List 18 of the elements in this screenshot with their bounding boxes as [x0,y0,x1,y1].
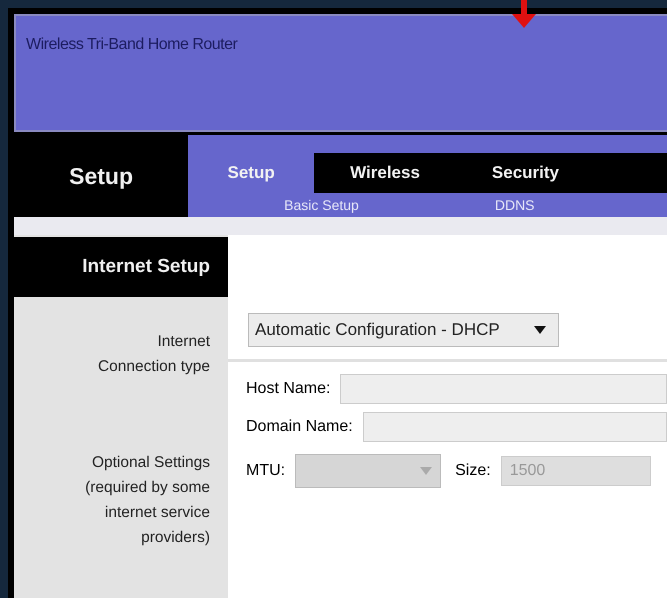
connection-dropdown[interactable]: Automatic Configuration - DHCP [248,313,559,347]
field-label: Host Name: [246,380,330,398]
subtab-link[interactable]: DDNS [494,197,535,213]
field-label: Domain Name: [246,418,353,436]
router-title: Wireless Tri-Band Home Router [26,36,238,53]
nav-tab[interactable]: Security [456,153,595,193]
panel-title: Internet Setup [14,237,228,297]
nav-tab[interactable]: Wireless [314,153,456,193]
input-field[interactable] [340,374,667,404]
input-field[interactable] [362,412,667,442]
caret-icon [420,467,432,475]
field-label: Size: [455,462,491,480]
connection-label: Internet Connection type [96,332,211,377]
arrow-icon [510,0,538,28]
field-label: MTU: [246,462,286,480]
caret-icon [534,326,546,334]
subtab-link[interactable]: Basic Setup [284,197,359,213]
optional-label: Optional Settings (required by some internet service providers) [84,453,211,548]
